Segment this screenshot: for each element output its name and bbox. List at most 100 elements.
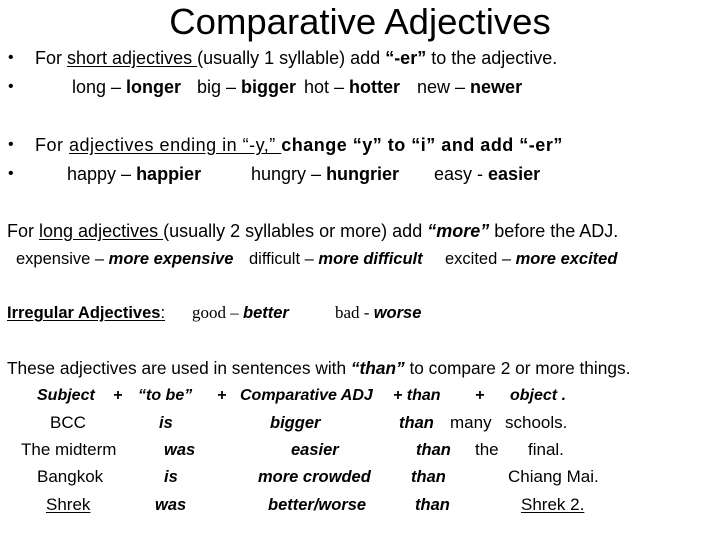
example-sentence-row: Bangkok is more crowded than Chiang Mai. <box>0 465 720 489</box>
sentence-object: Shrek 2. <box>521 495 585 514</box>
example-base: excited <box>445 250 498 268</box>
example-sentence-row: The midterm was easier than the final. <box>0 438 720 462</box>
formula-than: + than <box>393 387 441 404</box>
rule-prefix: For <box>7 221 40 241</box>
irregular-heading: Irregular Adjectives: <box>7 301 165 325</box>
sentence-verb: is <box>159 414 173 432</box>
formula-to-be: “to be” <box>138 387 193 404</box>
example-comparative: happier <box>136 164 202 184</box>
example-separator: – <box>116 164 137 184</box>
sentence-than: than <box>416 441 451 459</box>
y-ending-examples: • happy – happier hungry – hungrier easy… <box>0 162 720 186</box>
example-comparative: worse <box>373 304 422 322</box>
usage-emphasis: “than” <box>350 358 405 378</box>
example-comparative: easier <box>488 164 541 184</box>
sentence-than: than <box>411 468 446 486</box>
usage-prefix: These adjectives are used in sentences w… <box>7 358 351 378</box>
example-pair: big – bigger <box>197 75 296 99</box>
slide: Comparative Adjectives • For short adjec… <box>0 0 720 540</box>
y-ending-rule: • For adjectives ending in “-y,” change … <box>0 133 720 157</box>
usage-intro: These adjectives are used in sentences w… <box>0 356 720 380</box>
example-sentence-row: Shrek was better/worse than Shrek 2. <box>0 493 720 517</box>
example-pair: good – better <box>192 301 289 325</box>
example-separator: – <box>226 303 243 322</box>
example-pair: new – newer <box>417 75 522 99</box>
example-base: good <box>192 303 226 322</box>
example-separator: – <box>221 77 242 97</box>
example-pair: difficult – more difficult <box>249 247 423 271</box>
example-separator: - <box>359 303 374 322</box>
example-base: hungry <box>251 164 307 184</box>
example-pair: bad - worse <box>335 301 421 325</box>
rule-middle: (usually 1 syllable) add <box>197 48 386 68</box>
sentence-adjective: easier <box>291 441 339 459</box>
example-comparative: better <box>243 304 289 322</box>
irregular-colon: : <box>160 304 166 322</box>
rule-emphasis: change “y” to “i” and add “-er” <box>281 135 563 155</box>
example-separator: – <box>497 250 516 268</box>
rule-text: For adjectives ending in “-y,” change “y… <box>35 133 563 157</box>
example-pair: excited – more excited <box>445 247 617 271</box>
example-comparative: more expensive <box>108 250 234 268</box>
example-base: bad <box>335 303 360 322</box>
sentence-subject: Bangkok <box>37 467 104 486</box>
sentence-object: Chiang Mai. <box>508 467 599 486</box>
bullet-icon: • <box>8 136 14 153</box>
irregular-adjectives: Irregular Adjectives: good – better bad … <box>0 301 720 325</box>
sentence-subject: The midterm <box>21 440 117 459</box>
example-base: easy <box>434 164 473 184</box>
sentence-subject: BCC <box>50 413 86 432</box>
example-separator: – <box>306 164 327 184</box>
example-separator: – <box>450 77 471 97</box>
example-separator: – <box>106 77 127 97</box>
example-comparative: newer <box>470 77 523 97</box>
sentence-verb: was <box>164 441 196 459</box>
example-sentence-row: BCC is bigger than many schools. <box>0 411 720 435</box>
sentence-object: final. <box>528 440 564 459</box>
formula-comparative: Comparative ADJ <box>240 387 373 404</box>
sentence-object: the <box>475 440 499 459</box>
formula-plus: + <box>475 387 485 404</box>
rule-text: For long adjectives (usually 2 syllables… <box>7 219 618 243</box>
usage-suffix: to compare 2 or more things. <box>404 358 631 378</box>
example-pair: easy - easier <box>434 162 540 186</box>
bullet-icon: • <box>8 49 14 66</box>
sentence-object: many <box>450 413 492 432</box>
irregular-label: Irregular Adjectives <box>7 304 161 322</box>
example-base: new <box>417 77 451 97</box>
formula-plus: + <box>113 387 123 404</box>
bullet-icon: • <box>8 165 14 182</box>
example-comparative: hotter <box>349 77 401 97</box>
example-separator: - <box>472 164 489 184</box>
rule-text: For short adjectives (usually 1 syllable… <box>35 46 557 70</box>
sentence-adjective: bigger <box>270 414 321 432</box>
example-base: big <box>197 77 222 97</box>
example-pair: expensive – more expensive <box>16 247 233 271</box>
long-adjective-examples: expensive – more expensive difficult – m… <box>0 247 720 271</box>
sentence-adjective: better/worse <box>268 496 367 514</box>
sentence-than: than <box>415 496 450 514</box>
example-base: hot <box>304 77 330 97</box>
formula-subject: Subject <box>37 387 95 404</box>
slide-title: Comparative Adjectives <box>169 1 551 42</box>
rule-underlined-term: long adjectives <box>39 221 164 241</box>
formula-object: object . <box>510 387 567 404</box>
short-adjective-rule: • For short adjectives (usually 1 syllab… <box>0 46 720 70</box>
example-base: happy <box>67 164 117 184</box>
rule-suffix: to the adjective. <box>426 48 558 68</box>
sentence-verb: was <box>155 496 187 514</box>
example-base: expensive <box>16 250 91 268</box>
example-separator: – <box>329 77 350 97</box>
rule-prefix: For <box>35 48 68 68</box>
formula-plus: + <box>217 387 227 404</box>
example-pair: hungry – hungrier <box>251 162 399 186</box>
example-comparative: more difficult <box>318 250 423 268</box>
example-pair: long – longer <box>72 75 181 99</box>
long-adjective-rule: For long adjectives (usually 2 syllables… <box>0 219 720 243</box>
usage-text: These adjectives are used in sentences w… <box>7 356 630 380</box>
rule-underlined-term: adjectives ending in “-y,” <box>69 135 282 155</box>
example-base: difficult <box>249 250 301 268</box>
sentence-object: schools. <box>505 413 568 432</box>
bullet-icon: • <box>8 78 14 95</box>
short-adjective-examples: • long – longer big – bigger hot – hotte… <box>0 75 720 99</box>
